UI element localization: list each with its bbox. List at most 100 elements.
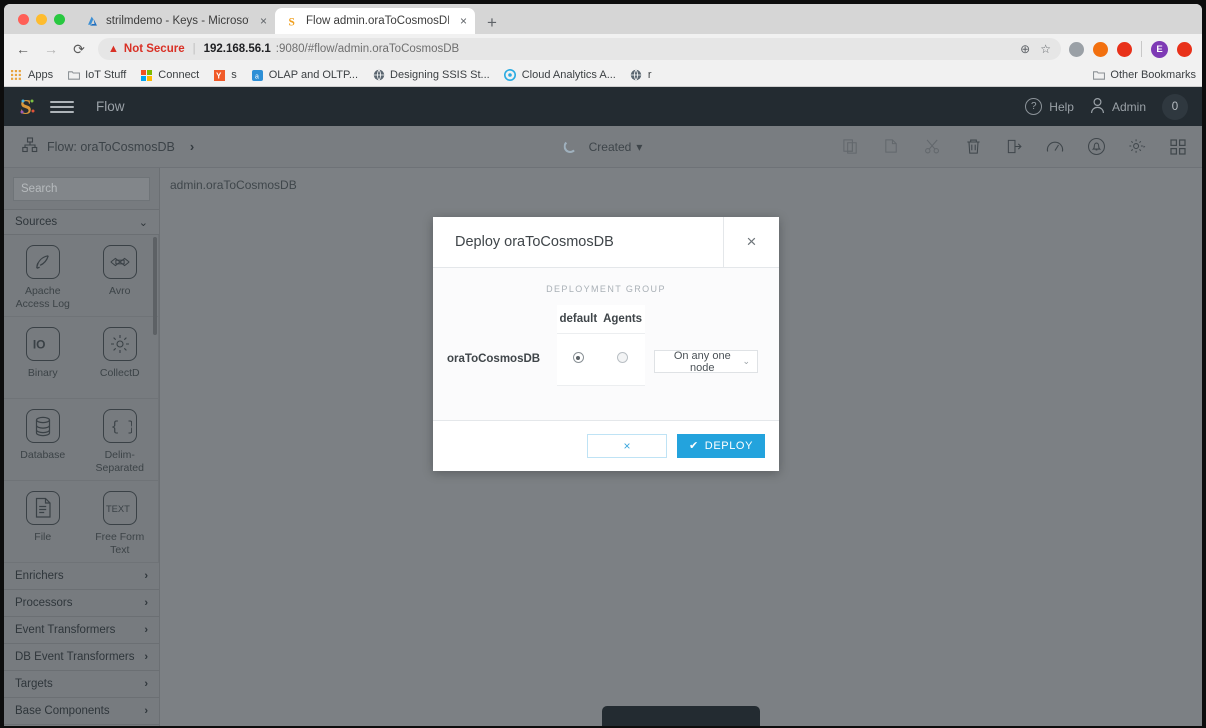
search-input[interactable] xyxy=(13,177,150,201)
copy-icon[interactable] xyxy=(881,137,901,157)
new-tab-button[interactable]: + xyxy=(475,14,507,34)
radio-default[interactable] xyxy=(572,352,584,364)
bookmark-star-icon[interactable]: ☆ xyxy=(1040,42,1051,56)
hamburger-icon[interactable] xyxy=(50,100,74,113)
component-database[interactable]: Database xyxy=(4,399,82,481)
striim-app: S Flow ? Help Admin 0 Flow: oraToCosmosD… xyxy=(4,87,1202,726)
paste-icon[interactable] xyxy=(840,137,860,157)
alert-bell-icon[interactable] xyxy=(1086,137,1106,157)
sidebar-item-enrichers[interactable]: Enrichers › xyxy=(4,563,159,590)
close-window-button[interactable] xyxy=(18,13,29,25)
opera-icon[interactable] xyxy=(1177,41,1192,57)
close-tab-icon[interactable]: × xyxy=(260,15,267,27)
browser-tab-2[interactable]: S Flow admin.oraToCosmosDB × xyxy=(275,8,475,34)
bookmark-r[interactable]: r xyxy=(630,69,652,82)
user-label: Admin xyxy=(1111,99,1146,114)
chevron-right-icon: › xyxy=(144,678,148,690)
bookmark-cloud-analytics[interactable]: Cloud Analytics A... xyxy=(504,69,616,82)
yammer-icon: Y xyxy=(213,69,226,82)
component-binary[interactable]: IO Binary xyxy=(4,317,82,399)
chevron-down-icon[interactable]: ▾ xyxy=(636,140,642,154)
user-menu[interactable]: Admin xyxy=(1090,97,1146,117)
notification-count[interactable]: 0 xyxy=(1162,93,1188,120)
component-free-form-text[interactable]: TEXT Free Form Text xyxy=(81,481,159,563)
forward-button[interactable]: → xyxy=(38,36,64,62)
sidebar-item-event-transformers[interactable]: Event Transformers › xyxy=(4,617,159,644)
bookmark-ssis[interactable]: Designing SSIS St... xyxy=(372,69,490,82)
flow-canvas[interactable]: admin.oraToCosmosDB Deploy oraToCosmosDB… xyxy=(160,168,1202,726)
component-apache-access-log[interactable]: Apache Access Log xyxy=(4,235,82,317)
sidebar-section-sources[interactable]: Sources ⌄ xyxy=(4,209,159,235)
component-delim-separated[interactable]: { } Delim-Separated xyxy=(81,399,159,481)
profile-avatar[interactable]: E xyxy=(1151,40,1168,58)
sidebar-item-db-event-transformers[interactable]: DB Event Transformers › xyxy=(4,644,159,671)
component-label: Delim-Separated xyxy=(95,449,144,475)
app-header: S Flow ? Help Admin 0 xyxy=(4,87,1202,126)
extension-gray-icon[interactable] xyxy=(1069,41,1084,57)
window-controls[interactable] xyxy=(12,4,75,34)
section-label: Base Components xyxy=(15,705,110,717)
export-icon[interactable] xyxy=(1004,137,1024,157)
radio-agents[interactable] xyxy=(617,352,629,364)
component-avro[interactable]: Avro xyxy=(81,235,159,317)
sidebar-scrollbar[interactable] xyxy=(153,237,157,335)
extension-orange-icon[interactable] xyxy=(1093,41,1108,57)
help-label: Help xyxy=(1049,99,1074,114)
trash-icon[interactable] xyxy=(963,137,983,157)
file-lines-icon xyxy=(25,491,60,525)
breadcrumb[interactable]: Flow: oraToCosmosDB › xyxy=(22,137,194,156)
extensions-area: E xyxy=(1069,40,1196,58)
close-tab-icon[interactable]: × xyxy=(460,15,467,27)
breadcrumb-chevron-icon[interactable]: › xyxy=(190,139,194,154)
chevron-down-icon: ⌄ xyxy=(138,216,148,229)
braces-icon: { } xyxy=(102,409,137,443)
back-button[interactable]: ← xyxy=(10,36,36,62)
extension-red-icon[interactable] xyxy=(1117,41,1132,57)
striim-icon: S xyxy=(285,14,299,28)
gauge-icon[interactable] xyxy=(1045,137,1065,157)
sidebar-item-base-components[interactable]: Base Components › xyxy=(4,698,159,725)
svg-text:TEXT: TEXT xyxy=(106,504,130,514)
close-icon[interactable]: × xyxy=(723,217,779,267)
sidebar-item-processors[interactable]: Processors › xyxy=(4,590,159,617)
zoom-icon[interactable]: ⊕ xyxy=(1020,42,1030,56)
striim-logo[interactable]: S xyxy=(16,94,40,120)
dialog-header: Deploy oraToCosmosDB × xyxy=(433,217,779,268)
bookmark-connect[interactable]: Connect xyxy=(140,69,199,82)
deploy-button[interactable]: ✔ DEPLOY xyxy=(677,433,765,458)
other-bookmarks-button[interactable]: Other Bookmarks xyxy=(1092,69,1196,82)
feather-quill-icon xyxy=(25,245,60,279)
placement-select[interactable]: On any one node ⌄ xyxy=(654,350,759,374)
bookmark-yammer[interactable]: Y s xyxy=(213,69,237,82)
radio-cell-agents[interactable] xyxy=(600,333,646,386)
url-input[interactable]: ▲ Not Secure | 192.168.56.1 :9080/#flow/… xyxy=(98,38,1061,60)
help-button[interactable]: ? Help xyxy=(1025,98,1074,115)
warning-triangle-icon: ▲ xyxy=(108,42,119,55)
browser-tab-1[interactable]: strilmdemo - Keys - Microsoft × xyxy=(75,8,275,34)
reload-button[interactable]: ⟳ xyxy=(66,36,92,62)
apps-grid-icon[interactable] xyxy=(1168,137,1188,157)
breadcrumb-label: Flow: oraToCosmosDB xyxy=(47,139,175,154)
settings-gear-icon[interactable] xyxy=(1127,137,1147,157)
placement-cell: On any one node ⌄ xyxy=(645,333,779,385)
question-circle-icon: ? xyxy=(1025,98,1043,115)
bookmark-apps[interactable]: Apps xyxy=(10,69,53,82)
sidebar-item-targets[interactable]: Targets › xyxy=(4,671,159,698)
circle-icon xyxy=(504,69,517,82)
text-icon: TEXT xyxy=(102,491,137,525)
component-file[interactable]: File xyxy=(4,481,82,563)
radio-cell-default[interactable] xyxy=(556,333,601,386)
component-collectd[interactable]: CollectD xyxy=(81,317,159,399)
minimize-window-button[interactable] xyxy=(36,13,47,25)
flow-status[interactable]: Created ▾ xyxy=(563,140,642,154)
bookmark-label: s xyxy=(231,69,237,81)
bookmark-olap[interactable]: a OLAP and OLTP... xyxy=(251,69,358,82)
check-icon: ✔ xyxy=(688,440,699,452)
maximize-window-button[interactable] xyxy=(54,13,65,25)
folder-icon xyxy=(67,69,80,82)
person-icon xyxy=(1090,97,1105,117)
cut-scissors-icon[interactable] xyxy=(922,137,942,157)
bookmark-iot-stuff[interactable]: IoT Stuff xyxy=(67,69,126,82)
address-bar: ← → ⟳ ▲ Not Secure | 192.168.56.1 :9080/… xyxy=(4,34,1202,64)
cancel-button[interactable]: × xyxy=(587,433,667,458)
